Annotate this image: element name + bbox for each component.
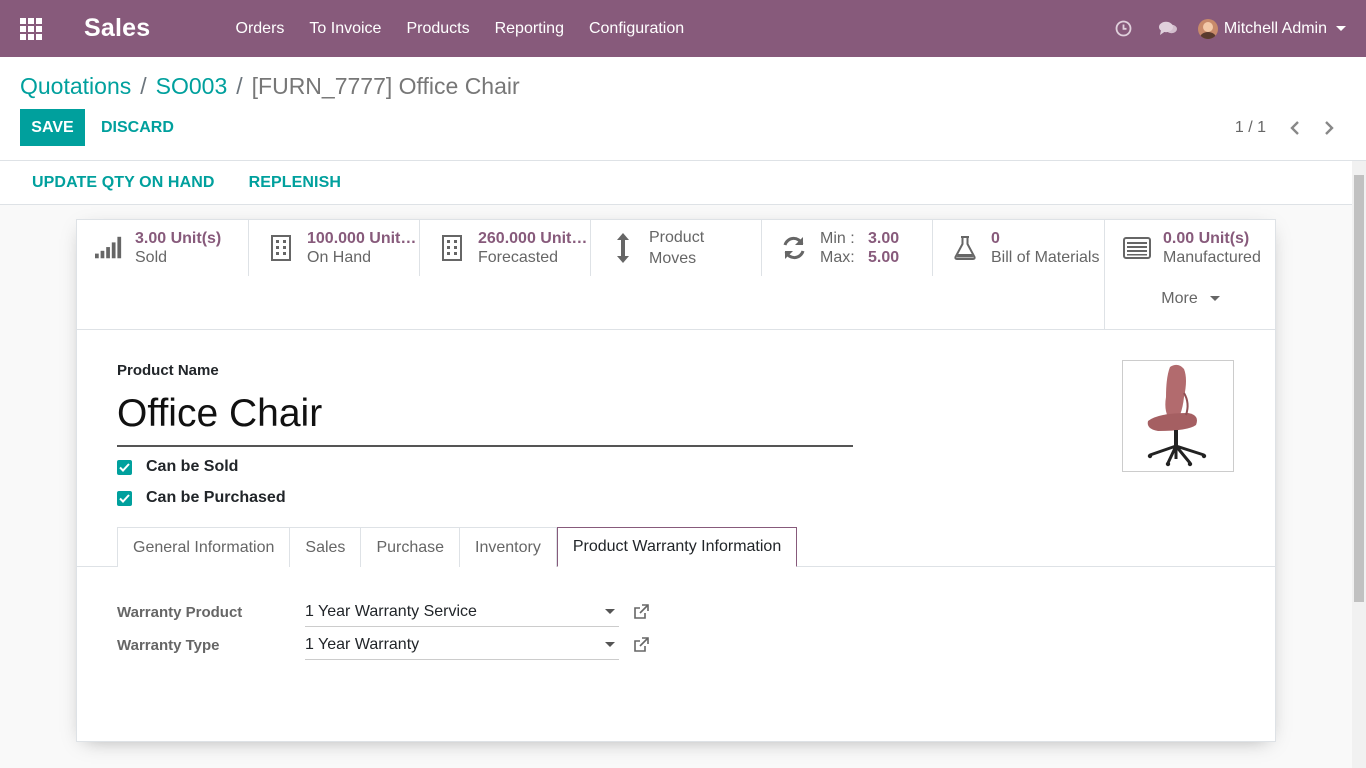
main-menu: Orders To Invoice Products Reporting Con…: [223, 20, 697, 38]
forecasted-value: 260.000 Unit(s): [478, 230, 590, 247]
systray: Mitchell Admin: [1102, 0, 1366, 57]
warranty-type-select[interactable]: 1 Year Warranty: [305, 630, 619, 660]
chevron-down-icon: [1336, 26, 1346, 31]
discuss-chat-icon[interactable]: [1146, 20, 1190, 37]
menu-item-reporting[interactable]: Reporting: [482, 20, 576, 38]
chevron-left-icon: [1290, 121, 1299, 135]
max-label: Max:: [820, 249, 855, 266]
form-statusbar: UPDATE QTY ON HAND REPLENISH: [0, 161, 1352, 205]
can-be-sold-checkbox[interactable]: Can be Sold: [117, 458, 238, 476]
pager-previous-button[interactable]: [1278, 117, 1312, 139]
menu-item-orders[interactable]: Orders: [223, 20, 297, 38]
can-be-purchased-label: Can be Purchased: [146, 489, 286, 506]
tab-general-information[interactable]: General Information: [117, 527, 290, 567]
more-smart-buttons: More: [1104, 220, 1275, 329]
update-qty-on-hand-button[interactable]: UPDATE QTY ON HAND: [21, 174, 226, 192]
vertical-arrows-icon: [617, 233, 629, 263]
vertical-scrollbar[interactable]: [1352, 161, 1366, 768]
menu-item-products[interactable]: Products: [394, 20, 482, 38]
sold-value: 3.00 Unit(s): [135, 230, 222, 247]
can-be-sold-label: Can be Sold: [146, 458, 239, 475]
refresh-icon: [783, 236, 805, 260]
warranty-product-row: Warranty Product 1 Year Warranty Service: [117, 597, 649, 627]
form-sheet: 3.00 Unit(s) Sold 100.000 Unit(s) On Hand …: [76, 219, 1276, 742]
menu-item-configuration[interactable]: Configuration: [576, 20, 696, 38]
activity-clock-icon[interactable]: [1102, 20, 1146, 37]
checkmark-icon: [117, 459, 132, 475]
form-view: UPDATE QTY ON HAND REPLENISH 3.00 Unit(s…: [0, 161, 1352, 768]
user-name: Mitchell Admin: [1223, 19, 1327, 37]
product-moves-line1: Product: [649, 229, 705, 246]
notebook-tabs: General Information Sales Purchase Inven…: [117, 527, 798, 567]
max-value: 5.00: [868, 249, 900, 266]
breadcrumb-so003[interactable]: SO003: [156, 73, 228, 100]
warranty-product-value: 1 Year Warranty Service: [305, 602, 477, 620]
warranty-type-value: 1 Year Warranty: [305, 635, 420, 653]
building-icon: [271, 235, 291, 261]
external-link-icon[interactable]: [633, 637, 649, 653]
product-moves-line2: Moves: [649, 250, 697, 267]
apps-grid-icon: [20, 17, 42, 40]
min-value: 3.00: [868, 230, 900, 247]
control-panel: Quotations / SO003 / [FURN_7777] Office …: [0, 57, 1366, 161]
chevron-right-icon: [1325, 121, 1334, 135]
signal-bars-icon: [95, 236, 122, 259]
avatar: [1197, 18, 1218, 39]
pager: 1 / 1: [1235, 117, 1346, 139]
office-chair-image: [1147, 364, 1207, 467]
scrollbar-thumb[interactable]: [1354, 175, 1364, 602]
tab-purchase[interactable]: Purchase: [360, 527, 460, 567]
external-link-icon[interactable]: [633, 604, 649, 620]
product-name-input[interactable]: Office Chair: [117, 390, 853, 447]
bom-label: Bill of Materials: [991, 249, 1100, 266]
breadcrumb-current: [FURN_7777] Office Chair: [251, 73, 520, 99]
pager-next-button[interactable]: [1312, 117, 1346, 139]
warranty-type-label: Warranty Type: [117, 636, 220, 654]
tab-sales[interactable]: Sales: [289, 527, 361, 567]
caret-down-icon: [605, 609, 615, 614]
bom-value: 0: [991, 230, 1000, 247]
top-navbar: Sales Orders To Invoice Products Reporti…: [0, 0, 1366, 57]
breadcrumb-separator: /: [236, 73, 243, 99]
save-button[interactable]: SAVE: [20, 109, 85, 146]
app-title[interactable]: Sales: [84, 14, 201, 43]
breadcrumb: Quotations / SO003 / [FURN_7777] Office …: [20, 73, 520, 100]
product-moves-smart-button[interactable]: Product Moves: [591, 220, 762, 276]
apps-menu-button[interactable]: [0, 0, 62, 57]
smart-button-box: 3.00 Unit(s) Sold 100.000 Unit(s) On Hand …: [77, 220, 1275, 330]
checkmark-icon: [117, 490, 132, 506]
more-button[interactable]: More: [1105, 290, 1276, 308]
menu-item-to-invoice[interactable]: To Invoice: [297, 20, 394, 38]
warranty-type-row: Warranty Type 1 Year Warranty: [117, 630, 649, 660]
min-label: Min :: [820, 230, 855, 247]
caret-down-icon: [1209, 296, 1220, 302]
sold-smart-button[interactable]: 3.00 Unit(s) Sold: [77, 220, 248, 276]
reordering-rules-smart-button[interactable]: Min : 3.00 Max: 5.00: [762, 220, 933, 276]
discard-button[interactable]: DISCARD: [95, 109, 180, 146]
bill-of-materials-smart-button[interactable]: 0 Bill of Materials: [933, 220, 1104, 276]
pager-value[interactable]: 1 / 1: [1235, 119, 1266, 137]
tab-product-warranty-information[interactable]: Product Warranty Information: [556, 527, 798, 567]
tab-inventory[interactable]: Inventory: [459, 527, 557, 567]
user-menu[interactable]: Mitchell Admin: [1197, 18, 1346, 39]
breadcrumb-quotations[interactable]: Quotations: [20, 73, 131, 100]
forecasted-smart-button[interactable]: 260.000 Unit(s) Forecasted: [420, 220, 591, 276]
warranty-product-label: Warranty Product: [117, 603, 243, 621]
on-hand-smart-button[interactable]: 100.000 Unit(s) On Hand: [249, 220, 420, 276]
breadcrumb-separator: /: [140, 73, 147, 99]
product-image[interactable]: [1122, 360, 1234, 472]
caret-down-icon: [605, 642, 615, 647]
more-label: More: [1161, 290, 1198, 307]
can-be-purchased-checkbox[interactable]: Can be Purchased: [117, 489, 286, 507]
warranty-product-select[interactable]: 1 Year Warranty Service: [305, 597, 619, 627]
product-name-label: Product Name: [117, 362, 219, 379]
on-hand-value: 100.000 Unit(s): [307, 230, 419, 247]
building-icon: [442, 235, 462, 261]
on-hand-label: On Hand: [307, 249, 372, 266]
replenish-button[interactable]: REPLENISH: [238, 174, 352, 192]
forecasted-label: Forecasted: [478, 249, 559, 266]
flask-icon: [954, 236, 976, 260]
sold-label: Sold: [135, 249, 168, 266]
